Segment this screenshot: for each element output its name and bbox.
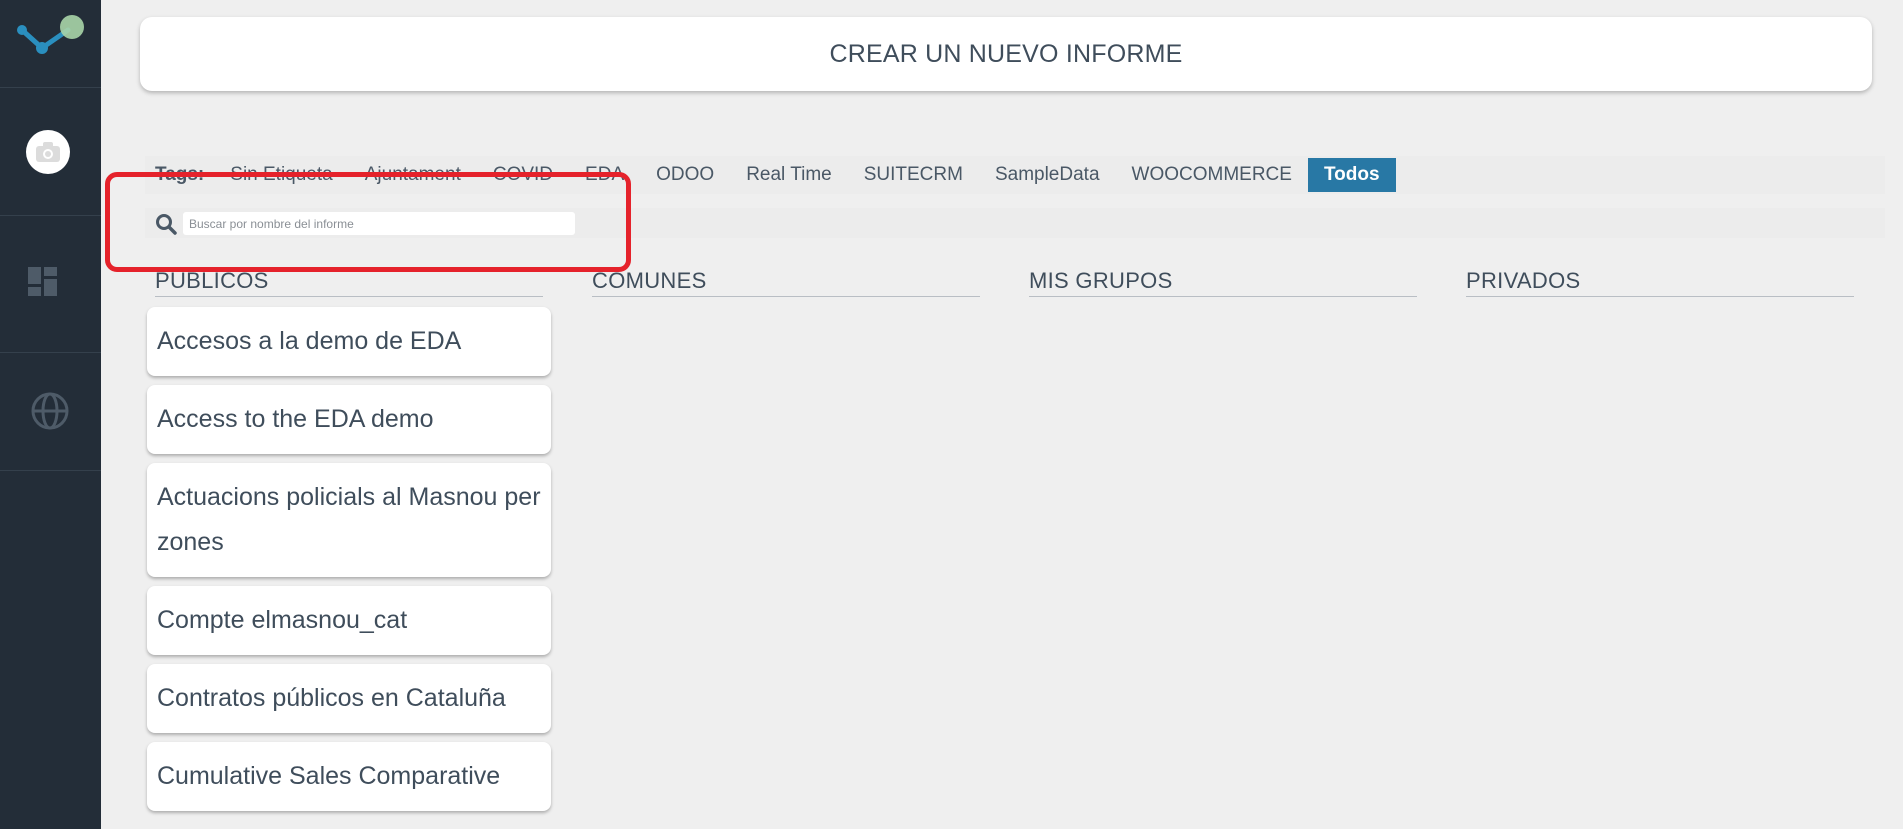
public-report-list: Accesos a la demo de EDA Access to the E…: [147, 307, 551, 820]
sidebar-user-section: [0, 88, 101, 216]
tag-sin-etiqueta[interactable]: Sin Etiqueta: [214, 158, 348, 192]
column-header-comunes: COMUNES: [592, 268, 980, 297]
tag-covid[interactable]: COVID: [477, 158, 569, 192]
tag-woocommerce[interactable]: WOOCOMMERCE: [1116, 158, 1308, 192]
sidebar: [0, 0, 101, 829]
column-header-publicos: PUBLICOS: [155, 268, 543, 297]
tag-eda[interactable]: EDA: [569, 158, 640, 192]
tag-real-time[interactable]: Real Time: [730, 158, 848, 192]
search-icon: [156, 214, 177, 235]
camera-icon: [36, 142, 60, 162]
sidebar-item-public[interactable]: [0, 353, 101, 471]
tags-bar: Tags: Sin Etiqueta Ajuntament COVID EDA …: [145, 156, 1885, 194]
graph-logo-icon[interactable]: [10, 10, 86, 60]
search-input[interactable]: [183, 212, 575, 235]
report-card[interactable]: Actuacions policials al Masnou per zones: [147, 463, 551, 577]
main-content: CREAR UN NUEVO INFORME Tags: Sin Etiquet…: [101, 0, 1903, 829]
report-card[interactable]: Access to the EDA demo: [147, 385, 551, 454]
report-card[interactable]: Compte elmasnou_cat: [147, 586, 551, 655]
column-header-mis-grupos: MIS GRUPOS: [1029, 268, 1417, 297]
avatar[interactable]: [26, 130, 70, 174]
column-header-privados: PRIVADOS: [1466, 268, 1854, 297]
report-card[interactable]: Cumulative Sales Comparative: [147, 742, 551, 811]
tag-todos[interactable]: Todos: [1307, 158, 1396, 192]
report-card[interactable]: Accesos a la demo de EDA: [147, 307, 551, 376]
globe-icon: [31, 392, 69, 430]
sidebar-item-dashboards[interactable]: [0, 216, 101, 353]
create-report-button[interactable]: CREAR UN NUEVO INFORME: [140, 17, 1872, 91]
tags-label: Tags:: [155, 164, 205, 185]
tag-suitecrm[interactable]: SUITECRM: [848, 158, 979, 192]
tag-odoo[interactable]: ODOO: [640, 158, 730, 192]
tag-ajuntament[interactable]: Ajuntament: [349, 158, 477, 192]
search-bar: [145, 208, 1885, 238]
report-card[interactable]: Contratos públicos en Cataluña: [147, 664, 551, 733]
sidebar-logo-section: [0, 0, 101, 88]
tag-sampledata[interactable]: SampleData: [979, 158, 1116, 192]
dashboard-icon: [28, 267, 57, 296]
